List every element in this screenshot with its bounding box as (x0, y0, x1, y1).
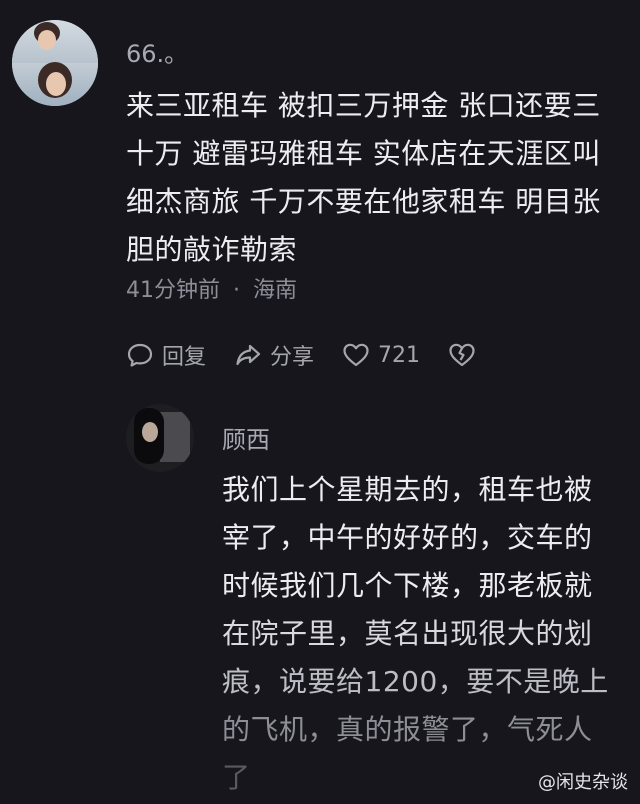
speech-bubble-icon (127, 343, 153, 367)
meta-separator: · (233, 278, 240, 303)
comment-actions: 回复 分享 721 (126, 338, 484, 372)
avatar-face (38, 30, 56, 50)
share-arrow-icon (236, 344, 261, 366)
avatar[interactable] (12, 20, 98, 106)
comment-line: 来三亚租车 被扣三万押金 张口还要三 (126, 89, 601, 122)
reply-line: 在院子里，莫名出现很大的划 (222, 617, 593, 650)
comment-line: 胆的敲诈勒索 (126, 233, 298, 266)
avatar-face (46, 72, 66, 96)
reply-username[interactable]: 顾西 (222, 420, 270, 455)
share-label: 分享 (270, 345, 315, 370)
avatar-photo-background (160, 412, 190, 462)
avatar-face (142, 422, 158, 442)
share-button[interactable]: 分享 (234, 339, 314, 371)
comment-time: 41分钟前 (126, 278, 220, 303)
comment-line: 细杰商旅 千万不要在他家租车 明目张 (126, 185, 601, 218)
comment-text: 来三亚租车 被扣三万押金 张口还要三 十万 避雷玛雅租车 实体店在天涯区叫 细杰… (126, 82, 622, 274)
watermark: @闲史杂谈 (538, 768, 628, 794)
username[interactable]: 66.。 (126, 34, 188, 69)
heart-icon (343, 343, 369, 367)
reply-line: 时候我们几个下楼，那老板就 (222, 569, 593, 602)
like-count: 721 (378, 342, 421, 368)
comment-meta: 41分钟前 · 海南 (126, 272, 297, 304)
reply-line: 的飞机，真的报警了，气死人 (222, 713, 593, 746)
watermark-text: @闲史杂谈 (538, 772, 628, 793)
reply-line: 痕，说要给1200，要不是晚上 (222, 665, 609, 698)
reply-line: 我们上个星期去的，租车也被 (222, 473, 593, 506)
comment-location: 海南 (253, 278, 298, 303)
reply-text: 我们上个星期去的，租车也被 宰了，中午的好好的，交车的 时候我们几个下楼，那老板… (222, 466, 614, 802)
reply-label: 回复 (162, 345, 207, 370)
reply-button[interactable]: 回复 (126, 339, 206, 371)
reply-line: 宰了，中午的好好的，交车的 (222, 521, 593, 554)
broken-heart-icon (449, 343, 475, 367)
dislike-button[interactable] (448, 341, 484, 369)
comment-line: 十万 避雷玛雅租车 实体店在天涯区叫 (126, 137, 601, 170)
like-button[interactable]: 721 (342, 341, 420, 369)
avatar[interactable] (126, 404, 194, 472)
